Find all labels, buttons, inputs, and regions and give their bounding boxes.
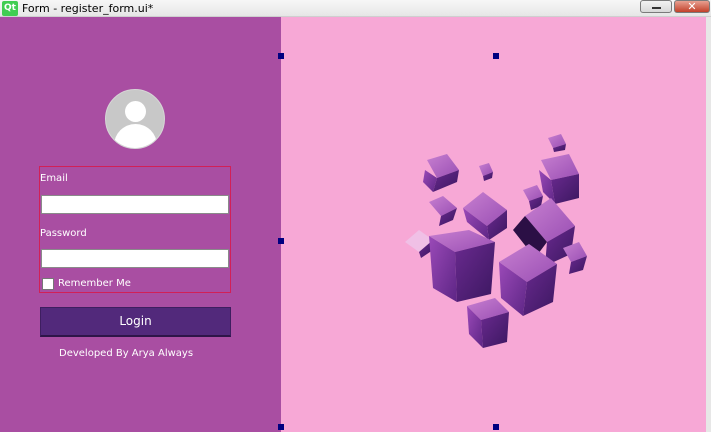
selection-handle[interactable] bbox=[493, 424, 499, 430]
remember-me-label[interactable]: Remember Me bbox=[58, 278, 131, 289]
window-titlebar: Qt Form - register_form.ui* ✕ bbox=[0, 0, 711, 17]
login-panel: Email Password Remember Me Login Develop… bbox=[0, 17, 281, 432]
cube bbox=[539, 154, 579, 204]
cube bbox=[423, 154, 459, 192]
email-label: Email bbox=[40, 173, 68, 184]
selection-handle[interactable] bbox=[278, 53, 284, 59]
developer-credit: Developed By Arya Always bbox=[59, 348, 194, 359]
cube bbox=[548, 134, 566, 152]
cube bbox=[563, 242, 587, 274]
user-avatar-icon bbox=[105, 89, 165, 149]
credentials-groupbox: Email Password Remember Me bbox=[39, 166, 231, 293]
vertical-scrollbar[interactable] bbox=[706, 17, 711, 432]
cube bbox=[479, 163, 493, 181]
qt-logo-icon: Qt bbox=[2, 1, 18, 16]
login-button[interactable]: Login bbox=[40, 307, 231, 337]
password-label: Password bbox=[40, 228, 87, 239]
email-field[interactable] bbox=[41, 195, 229, 214]
remember-me-checkbox[interactable] bbox=[42, 278, 54, 290]
window-title: Form - register_form.ui* bbox=[22, 2, 154, 15]
selection-handle[interactable] bbox=[493, 53, 499, 59]
close-button[interactable]: ✕ bbox=[674, 0, 710, 13]
selection-handle[interactable] bbox=[278, 238, 284, 244]
cube bbox=[429, 230, 495, 302]
password-field[interactable] bbox=[41, 249, 229, 268]
purple-cubes-illustration bbox=[405, 134, 587, 348]
cube bbox=[467, 298, 509, 348]
selection-handle[interactable] bbox=[278, 424, 284, 430]
cube bbox=[429, 196, 457, 226]
cube bbox=[405, 230, 433, 258]
minimize-button[interactable] bbox=[640, 0, 672, 13]
